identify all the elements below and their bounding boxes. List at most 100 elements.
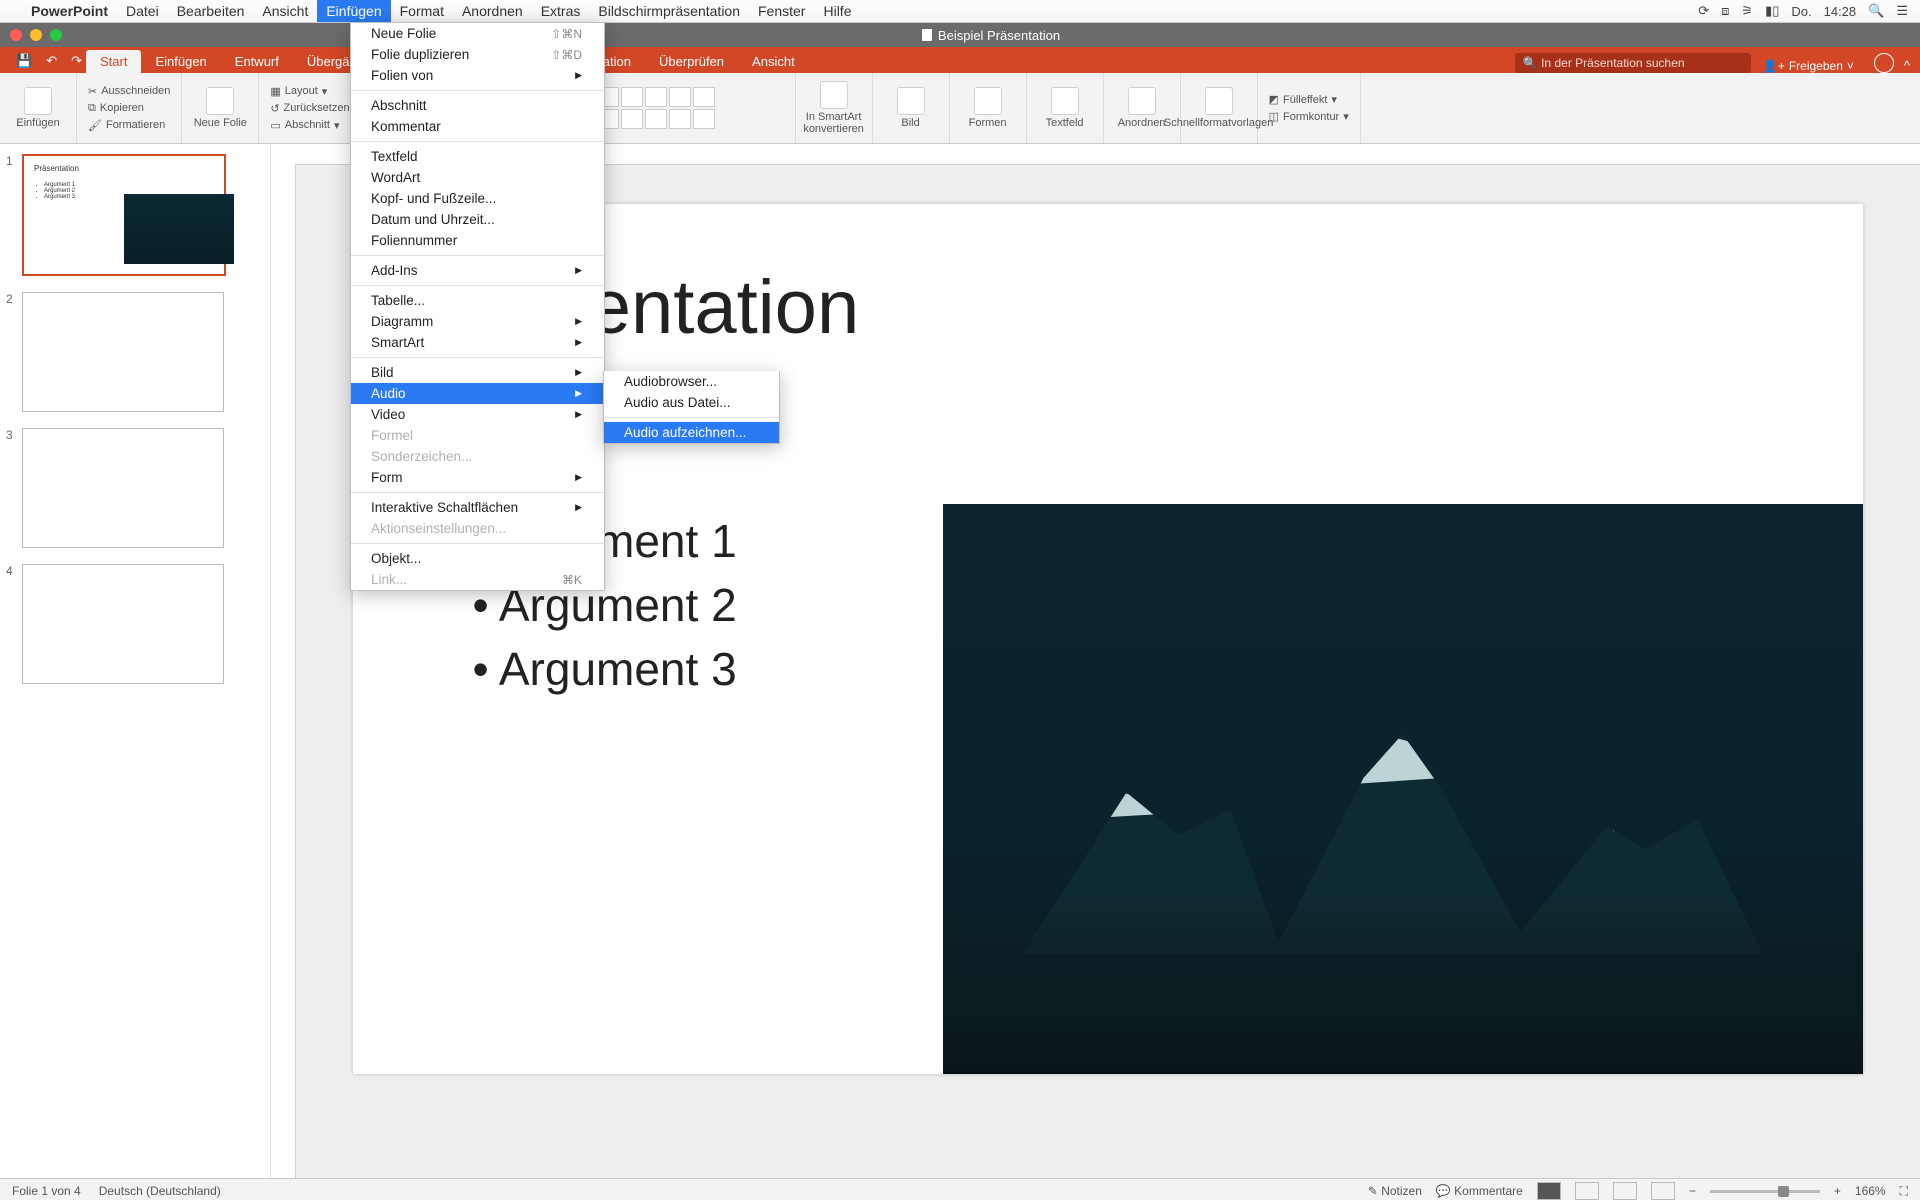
sync-icon[interactable]: ⟳ (1698, 3, 1709, 19)
menu-item-interaktive-schaltflaechen[interactable]: Interaktive Schaltflächen (351, 497, 604, 518)
ribbon-tab-row: 💾 ↶ ↷ Start Einfügen Entwurf Übergänge A… (0, 47, 1920, 73)
menu-extras[interactable]: Extras (532, 0, 590, 22)
tab-ueberpruefen[interactable]: Überprüfen (645, 50, 738, 73)
menu-item-objekt[interactable]: Objekt... (351, 548, 604, 569)
menu-item-textfeld[interactable]: Textfeld (351, 146, 604, 167)
menu-item-wordart[interactable]: WordArt (351, 167, 604, 188)
menu-bildschirm[interactable]: Bildschirmpräsentation (589, 0, 749, 22)
menu-item-link: Link...⌘K (351, 569, 604, 590)
tab-start[interactable]: Start (86, 50, 141, 73)
menu-item-foliennummer[interactable]: Foliennummer (351, 230, 604, 251)
menu-anordnen[interactable]: Anordnen (453, 0, 532, 22)
menu-datei[interactable]: Datei (117, 0, 168, 22)
menu-item-neue-folie[interactable]: Neue Folie⇧⌘N (351, 23, 604, 44)
menu-item-folie-duplizieren[interactable]: Folie duplizieren⇧⌘D (351, 44, 604, 65)
menu-item-abschnitt[interactable]: Abschnitt (351, 95, 604, 116)
tab-ansicht[interactable]: Ansicht (738, 50, 809, 73)
menu-item-form[interactable]: Form (351, 467, 604, 488)
zoom-level[interactable]: 166% (1855, 1184, 1886, 1198)
window-titlebar: Beispiel Präsentation (0, 23, 1920, 47)
feedback-icon[interactable] (1874, 53, 1894, 73)
minimize-window-button[interactable] (30, 29, 42, 41)
zoom-window-button[interactable] (50, 29, 62, 41)
sorter-view-button[interactable] (1575, 1182, 1599, 1200)
copy-button[interactable]: ⧉ Kopieren (85, 101, 173, 116)
submenu-audiobrowser[interactable]: Audiobrowser... (604, 371, 779, 392)
zoom-in-button[interactable]: + (1834, 1184, 1841, 1198)
cut-button[interactable]: ✂ Ausschneiden (85, 84, 173, 99)
normal-view-button[interactable] (1537, 1182, 1561, 1200)
menu-hilfe[interactable]: Hilfe (814, 0, 860, 22)
thumbnail-slide-4[interactable]: 4 (6, 564, 256, 684)
comments-button[interactable]: 💬 Kommentare (1436, 1184, 1523, 1198)
slideshow-view-button[interactable] (1651, 1182, 1675, 1200)
menu-item-bild[interactable]: Bild (351, 362, 604, 383)
slide-image[interactable] (943, 504, 1863, 1074)
convert-smartart-button[interactable]: In SmartArt konvertieren (796, 73, 873, 143)
menu-item-kommentar[interactable]: Kommentar (351, 116, 604, 137)
share-button[interactable]: 👤+ Freigeben ˅ (1751, 59, 1866, 73)
paste-button[interactable]: Einfügen (0, 73, 77, 143)
menu-item-tabelle[interactable]: Tabelle... (351, 290, 604, 311)
insert-shapes-button[interactable]: Formen (950, 73, 1027, 143)
slide-thumbnail-panel: 1 Präsentation Argument 1 Argument 2 Arg… (0, 144, 271, 1178)
close-window-button[interactable] (10, 29, 22, 41)
menu-item-video[interactable]: Video (351, 404, 604, 425)
fit-to-window-button[interactable]: ⛶ (1900, 1184, 1908, 1199)
qat-undo-icon[interactable]: ↶ (46, 53, 57, 69)
menu-bearbeiten[interactable]: Bearbeiten (168, 0, 254, 22)
wifi-icon[interactable]: ⚞ (1741, 3, 1753, 19)
thumbnail-slide-2[interactable]: 2 (6, 292, 256, 412)
tab-entwurf[interactable]: Entwurf (221, 50, 293, 73)
insert-textbox-button[interactable]: Textfeld (1027, 73, 1104, 143)
shape-outline-button[interactable]: ◫ Formkontur ▾ (1266, 109, 1352, 124)
zoom-out-button[interactable]: − (1689, 1184, 1696, 1198)
battery-icon[interactable]: ▮▯ (1765, 3, 1779, 19)
insert-picture-button[interactable]: Bild (873, 73, 950, 143)
thumbnail-slide-3[interactable]: 3 (6, 428, 256, 548)
menu-item-formel: Formel (351, 425, 604, 446)
zoom-slider[interactable] (1710, 1190, 1820, 1193)
menu-format[interactable]: Format (391, 0, 453, 22)
layout-button[interactable]: ▦ Layout ▾ (267, 84, 352, 99)
menu-item-datum-uhrzeit[interactable]: Datum und Uhrzeit... (351, 209, 604, 230)
numbering-button[interactable] (621, 87, 643, 107)
menu-item-aktionseinstellungen: Aktionseinstellungen... (351, 518, 604, 539)
format-painter-button[interactable]: 🖌 Formatieren (85, 118, 173, 133)
menu-icon[interactable]: ☰ (1896, 3, 1908, 19)
collapse-ribbon-icon[interactable]: ^ (1894, 58, 1920, 73)
quick-styles-button[interactable]: Schnellformatvorlagen (1181, 73, 1258, 143)
section-button[interactable]: ▭ Abschnitt ▾ (267, 118, 352, 133)
thumbnail-slide-1[interactable]: 1 Präsentation Argument 1 Argument 2 Arg… (6, 154, 256, 276)
new-slide-icon (206, 87, 234, 115)
shapes-icon (974, 87, 1002, 115)
menu-einfuegen[interactable]: Einfügen (317, 0, 390, 22)
search-field[interactable]: 🔍 In der Präsentation suchen (1515, 53, 1751, 73)
menu-item-diagramm[interactable]: Diagramm (351, 311, 604, 332)
new-slide-button[interactable]: Neue Folie (182, 73, 259, 143)
menu-item-smartart[interactable]: SmartArt (351, 332, 604, 353)
shape-fill-button[interactable]: ◩ Fülleffekt ▾ (1266, 92, 1352, 107)
submenu-audio-aufzeichnen[interactable]: Audio aufzeichnen... (604, 422, 779, 443)
dropbox-icon[interactable]: ⧈ (1721, 3, 1729, 19)
app-name[interactable]: PowerPoint (22, 0, 117, 22)
submenu-audio-aus-datei[interactable]: Audio aus Datei... (604, 392, 779, 413)
clock-time[interactable]: 14:28 (1824, 4, 1857, 19)
menu-ansicht[interactable]: Ansicht (253, 0, 317, 22)
menu-item-addins[interactable]: Add-Ins (351, 260, 604, 281)
qat-save-icon[interactable]: 💾 (16, 53, 32, 69)
reading-view-button[interactable] (1613, 1182, 1637, 1200)
spotlight-icon[interactable]: 🔍 (1868, 3, 1884, 19)
tab-einfuegen[interactable]: Einfügen (141, 50, 220, 73)
notes-button[interactable]: ✎ Notizen (1368, 1184, 1422, 1198)
reset-button[interactable]: ↺ Zurücksetzen (267, 101, 352, 116)
language-indicator[interactable]: Deutsch (Deutschland) (99, 1184, 221, 1198)
clock-day[interactable]: Do. (1791, 4, 1811, 19)
arrange-button[interactable]: Anordnen (1104, 73, 1181, 143)
menu-fenster[interactable]: Fenster (749, 0, 814, 22)
slide-counter[interactable]: Folie 1 von 4 (12, 1184, 81, 1198)
menu-item-kopf-fusszeile[interactable]: Kopf- und Fußzeile... (351, 188, 604, 209)
menu-item-folien-von[interactable]: Folien von (351, 65, 604, 86)
menu-item-audio[interactable]: Audio (351, 383, 604, 404)
qat-redo-icon[interactable]: ↷ (71, 53, 82, 69)
